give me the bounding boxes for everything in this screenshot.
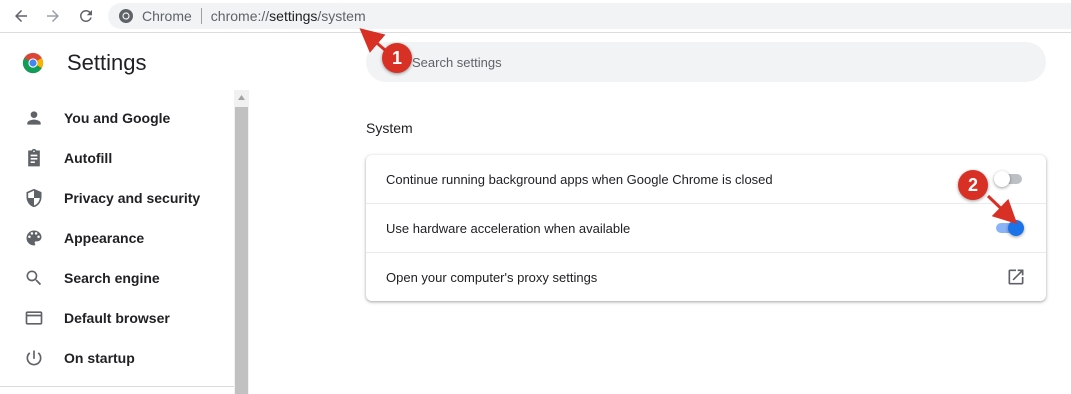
sidebar-scrollbar[interactable] — [234, 90, 249, 394]
forward-button[interactable] — [42, 5, 64, 27]
address-bar[interactable]: Chrome chrome://settings/system — [108, 3, 1071, 29]
omnibox-separator — [200, 8, 202, 24]
sidebar-item-label: Autofill — [64, 150, 113, 166]
annotation-badge-2: 2 — [958, 170, 988, 200]
omnibox-site-label: Chrome — [142, 8, 192, 24]
arrow-right-icon — [47, 10, 59, 22]
section-title: System — [366, 120, 413, 136]
sidebar-item-label: You and Google — [64, 110, 171, 126]
power-icon — [24, 348, 44, 368]
clipboard-icon — [24, 148, 44, 168]
sidebar-item-label: On startup — [64, 350, 135, 366]
toggle-knob — [994, 171, 1010, 187]
url-prefix: chrome:// — [210, 8, 270, 24]
person-icon — [24, 108, 44, 128]
arrow-left-icon — [15, 10, 27, 22]
sidebar-item-appearance[interactable]: Appearance — [0, 218, 234, 258]
scrollbar-thumb[interactable] — [235, 107, 248, 394]
sidebar-item-label: Default browser — [64, 310, 170, 326]
browser-toolbar: Chrome chrome://settings/system — [0, 0, 1071, 33]
background-apps-toggle[interactable] — [994, 169, 1024, 189]
chrome-site-icon — [119, 9, 133, 23]
url-path: /system — [317, 8, 366, 24]
sidebar-item-you-and-google[interactable]: You and Google — [0, 98, 234, 138]
page-title: Settings — [67, 50, 147, 75]
setting-row-background-apps[interactable]: Continue running background apps when Go… — [366, 155, 1046, 203]
palette-icon — [24, 228, 44, 248]
hardware-acceleration-toggle[interactable] — [994, 218, 1024, 238]
sidebar-item-label: Search engine — [64, 270, 160, 286]
setting-row-proxy-settings[interactable]: Open your computer's proxy settings — [366, 253, 1046, 301]
system-settings-card: Continue running background apps when Go… — [366, 155, 1046, 301]
settings-sidebar: You and Google Autofill Privacy and secu… — [0, 90, 234, 394]
sidebar-item-search-engine[interactable]: Search engine — [0, 258, 234, 298]
open-in-new-icon[interactable] — [1006, 267, 1026, 287]
sidebar-divider — [0, 386, 234, 387]
sidebar-item-on-startup[interactable]: On startup — [0, 338, 234, 378]
setting-label: Use hardware acceleration when available — [386, 220, 631, 236]
sidebar-item-label: Privacy and security — [64, 190, 201, 206]
back-button[interactable] — [10, 5, 32, 27]
sidebar-item-label: Appearance — [64, 230, 145, 246]
search-placeholder: Search settings — [412, 54, 502, 70]
url-host: settings — [269, 8, 318, 24]
scroll-up-arrow-icon[interactable] — [234, 90, 249, 105]
reload-button[interactable] — [75, 5, 97, 27]
search-icon — [24, 268, 44, 288]
reload-icon — [79, 9, 92, 22]
annotation-badge-1: 1 — [382, 43, 412, 73]
sidebar-item-default-browser[interactable]: Default browser — [0, 298, 234, 338]
setting-row-hardware-acceleration[interactable]: Use hardware acceleration when available — [366, 204, 1046, 252]
setting-label: Continue running background apps when Go… — [386, 171, 773, 187]
chrome-logo-icon — [22, 52, 44, 74]
sidebar-item-privacy-and-security[interactable]: Privacy and security — [0, 178, 234, 218]
omnibox-url: chrome://settings/system — [211, 8, 366, 24]
browser-window-icon — [24, 308, 44, 328]
shield-icon — [24, 188, 44, 208]
setting-label: Open your computer's proxy settings — [386, 269, 598, 285]
toggle-knob — [1008, 220, 1024, 236]
settings-header: Settings — [0, 34, 260, 90]
sidebar-item-autofill[interactable]: Autofill — [0, 138, 234, 178]
search-settings-input[interactable]: Search settings — [366, 42, 1046, 82]
